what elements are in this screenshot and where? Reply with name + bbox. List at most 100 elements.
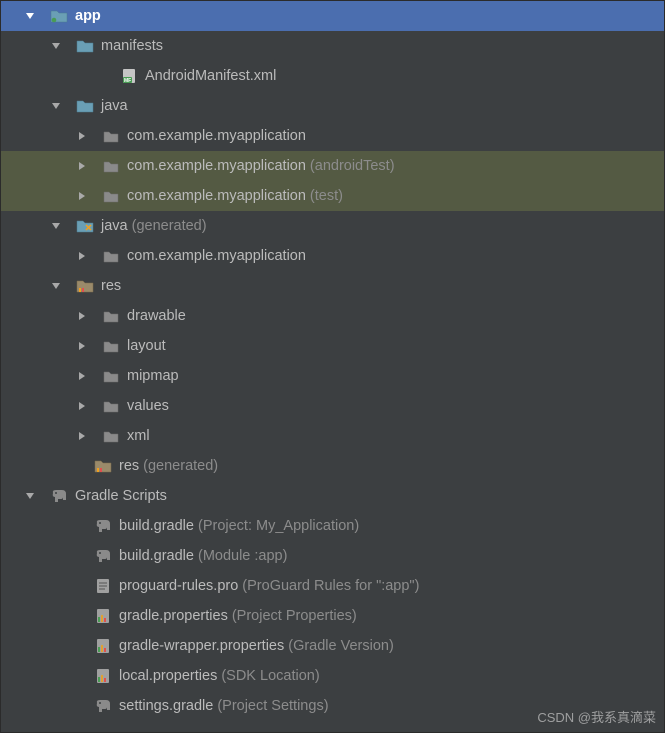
- elephant-icon: [93, 516, 113, 536]
- package-icon: [101, 246, 121, 266]
- package-icon: [101, 336, 121, 356]
- chevron-right-icon[interactable]: [73, 161, 91, 171]
- chevron-right-icon[interactable]: [73, 341, 91, 351]
- properties-icon: [93, 636, 113, 656]
- elephant-icon: [93, 546, 113, 566]
- tree-item[interactable]: xml: [1, 421, 664, 451]
- tree-item-label: java: [101, 218, 128, 234]
- chevron-down-icon[interactable]: [47, 221, 65, 231]
- tree-item-suffix: (Project: My_Application): [198, 518, 359, 534]
- chevron-down-icon[interactable]: [47, 101, 65, 111]
- tree-item-label: manifests: [101, 38, 163, 54]
- tree-item[interactable]: build.gradle(Project: My_Application): [1, 511, 664, 541]
- folder-blue-icon: [75, 96, 95, 116]
- tree-item[interactable]: MF AndroidManifest.xml: [1, 61, 664, 91]
- chevron-down-icon[interactable]: [21, 11, 39, 21]
- tree-item-label: mipmap: [127, 368, 179, 384]
- package-icon: [101, 186, 121, 206]
- tree-item-suffix: (ProGuard Rules for ":app"): [242, 578, 419, 594]
- tree-item[interactable]: proguard-rules.pro(ProGuard Rules for ":…: [1, 571, 664, 601]
- tree-item-suffix: (Gradle Version): [288, 638, 394, 654]
- tree-item-label: proguard-rules.pro: [119, 578, 238, 594]
- tree-item-label: local.properties: [119, 668, 217, 684]
- tree-item-label: values: [127, 398, 169, 414]
- chevron-right-icon[interactable]: [73, 431, 91, 441]
- elephant-icon: [93, 696, 113, 716]
- package-icon: [101, 366, 121, 386]
- folder-res-icon: [75, 276, 95, 296]
- tree-item-label: res: [119, 458, 139, 474]
- tree-item-suffix: (Module :app): [198, 548, 287, 564]
- tree-item-label: xml: [127, 428, 150, 444]
- properties-icon: [93, 606, 113, 626]
- package-icon: [101, 306, 121, 326]
- svg-text:MF: MF: [124, 78, 131, 84]
- tree-item[interactable]: com.example.myapplication: [1, 241, 664, 271]
- folder-gen-icon: [75, 216, 95, 236]
- tree-item-label: build.gradle: [119, 548, 194, 564]
- tree-item[interactable]: app: [1, 1, 664, 31]
- tree-item-label: java: [101, 98, 128, 114]
- chevron-down-icon[interactable]: [21, 491, 39, 501]
- tree-item[interactable]: java: [1, 91, 664, 121]
- tree-item-label: build.gradle: [119, 518, 194, 534]
- tree-item[interactable]: com.example.myapplication: [1, 121, 664, 151]
- chevron-right-icon[interactable]: [73, 131, 91, 141]
- tree-item-label: AndroidManifest.xml: [145, 68, 276, 84]
- tree-item-label: com.example.myapplication: [127, 158, 306, 174]
- tree-item-label: Gradle Scripts: [75, 488, 167, 504]
- tree-item-label: com.example.myapplication: [127, 248, 306, 264]
- tree-item-label: drawable: [127, 308, 186, 324]
- folder-res-icon: [93, 456, 113, 476]
- tree-item[interactable]: Gradle Scripts: [1, 481, 664, 511]
- tree-item[interactable]: layout: [1, 331, 664, 361]
- tree-item-suffix: (generated): [132, 218, 207, 234]
- tree-item[interactable]: gradle-wrapper.properties(Gradle Version…: [1, 631, 664, 661]
- tree-item[interactable]: manifests: [1, 31, 664, 61]
- elephant-icon: [49, 486, 69, 506]
- folder-blue-dot-icon: [49, 6, 69, 26]
- tree-item[interactable]: res: [1, 271, 664, 301]
- tree-item[interactable]: java(generated): [1, 211, 664, 241]
- tree-item-label: gradle-wrapper.properties: [119, 638, 284, 654]
- tree-item[interactable]: com.example.myapplication(test): [1, 181, 664, 211]
- tree-item-label: app: [75, 8, 101, 24]
- tree-item[interactable]: res(generated): [1, 451, 664, 481]
- folder-blue-icon: [75, 36, 95, 56]
- tree-item-suffix: (androidTest): [310, 158, 395, 174]
- tree-item-suffix: (SDK Location): [221, 668, 319, 684]
- tree-item-suffix: (Project Properties): [232, 608, 357, 624]
- chevron-down-icon[interactable]: [47, 41, 65, 51]
- package-icon: [101, 426, 121, 446]
- package-icon: [101, 126, 121, 146]
- tree-item[interactable]: gradle.properties(Project Properties): [1, 601, 664, 631]
- tree-item-label: gradle.properties: [119, 608, 228, 624]
- tree-item[interactable]: values: [1, 391, 664, 421]
- tree-item[interactable]: com.example.myapplication(androidTest): [1, 151, 664, 181]
- chevron-right-icon[interactable]: [73, 311, 91, 321]
- chevron-right-icon[interactable]: [73, 191, 91, 201]
- tree-item-suffix: (Project Settings): [217, 698, 328, 714]
- tree-item-label: com.example.myapplication: [127, 128, 306, 144]
- tree-item[interactable]: drawable: [1, 301, 664, 331]
- tree-item-suffix: (generated): [143, 458, 218, 474]
- textfile-icon: [93, 576, 113, 596]
- tree-item-label: layout: [127, 338, 166, 354]
- project-tree[interactable]: appmanifests MF AndroidManifest.xml java com…: [1, 1, 664, 721]
- tree-item[interactable]: build.gradle(Module :app): [1, 541, 664, 571]
- tree-item-label: com.example.myapplication: [127, 188, 306, 204]
- watermark: CSDN @我系真滴菜: [537, 707, 656, 726]
- chevron-right-icon[interactable]: [73, 401, 91, 411]
- tree-item-label: res: [101, 278, 121, 294]
- tree-item-suffix: (test): [310, 188, 343, 204]
- manifest-icon: MF: [119, 66, 139, 86]
- chevron-down-icon[interactable]: [47, 281, 65, 291]
- package-icon: [101, 156, 121, 176]
- tree-item-label: settings.gradle: [119, 698, 213, 714]
- tree-item[interactable]: mipmap: [1, 361, 664, 391]
- chevron-right-icon[interactable]: [73, 371, 91, 381]
- package-icon: [101, 396, 121, 416]
- properties-icon: [93, 666, 113, 686]
- tree-item[interactable]: local.properties(SDK Location): [1, 661, 664, 691]
- chevron-right-icon[interactable]: [73, 251, 91, 261]
